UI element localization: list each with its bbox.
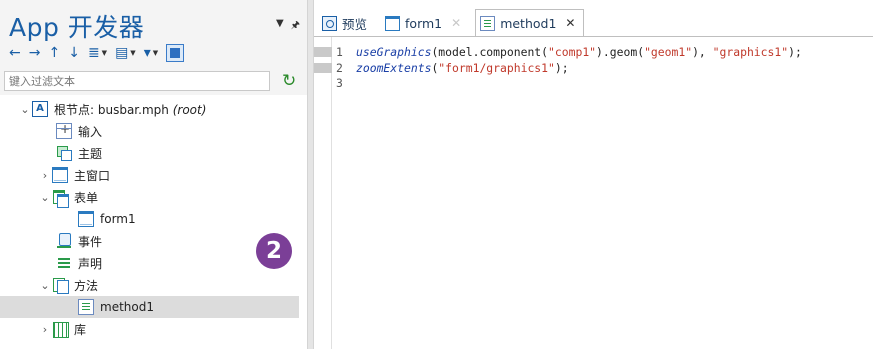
tree-node-main-window[interactable]: › 主窗口: [0, 164, 299, 186]
code-text: (: [431, 60, 439, 75]
chevron-down-icon[interactable]: ⌄: [38, 279, 52, 292]
code-function: zoomExtents: [356, 60, 432, 75]
tab-label: form1: [405, 15, 443, 31]
chevron-right-icon[interactable]: ›: [38, 323, 52, 336]
code-line: 2 zoomExtents("form1/graphics1");: [336, 61, 802, 77]
tree-node-input[interactable]: 输入: [0, 120, 299, 142]
code-function: useGraphics: [356, 45, 432, 59]
panel-splitter[interactable]: [307, 0, 314, 349]
line-number: 1: [336, 45, 343, 59]
chevron-down-icon[interactable]: ⌄: [18, 103, 32, 116]
tab-label: method1: [500, 15, 557, 31]
expand-sections-icon[interactable]: ▤ ▼: [115, 45, 136, 61]
tree-node-label: 库: [74, 322, 87, 337]
tree-node-methods[interactable]: ⌄ 方法: [0, 274, 299, 296]
model-tree: ⌄ A 根节点: busbar.mph (root) 输入 主题 › 主窗口 ⌄…: [0, 98, 299, 340]
code-string: "comp1": [548, 45, 597, 59]
forward-arrow-icon[interactable]: →: [29, 45, 41, 61]
line-number: 3: [336, 76, 343, 90]
tree-node-label: form1: [100, 212, 136, 226]
tree-node-theme[interactable]: 主题: [0, 142, 299, 164]
chevron-down-icon[interactable]: ⌄: [38, 191, 52, 204]
tree-node-label: 根节点: busbar.mph (root): [54, 102, 207, 117]
tree-node-method1[interactable]: method1: [0, 296, 299, 318]
code-string: "form1/graphics1": [438, 60, 555, 75]
tree-node-label: 主窗口: [74, 168, 111, 183]
tree-node-events[interactable]: 事件: [0, 230, 299, 252]
move-up-icon[interactable]: ↑: [48, 45, 60, 61]
tab-preview[interactable]: 预览: [318, 10, 375, 36]
panel-title: App 开发器: [9, 13, 145, 42]
tree-node-label: 声明: [78, 256, 103, 271]
tree-node-label: 主题: [78, 146, 103, 161]
tree-node-forms[interactable]: ⌄ 表单: [0, 186, 299, 208]
chevron-down-icon: ▼: [152, 49, 159, 57]
change-marker: [314, 47, 332, 57]
code-text: ),: [692, 45, 713, 59]
tree-node-label: method1: [100, 300, 154, 314]
method-icon: [78, 299, 94, 315]
theme-icon: [56, 145, 72, 161]
code-text: );: [788, 45, 802, 59]
application-icon: A: [32, 101, 48, 117]
filter-icon[interactable]: ▾ ▼: [144, 45, 158, 61]
events-icon: [56, 233, 72, 249]
form-icon: [78, 211, 94, 227]
method-icon: [480, 15, 496, 31]
tree-toolbar: ← → ↑ ↓ ≣ ▼ ▤ ▼ ▾ ▼: [9, 43, 185, 63]
tree-node-label: 方法: [74, 278, 99, 293]
chevron-right-icon[interactable]: ›: [38, 169, 52, 182]
tab-label: 预览: [342, 16, 368, 32]
chevron-down-icon: ▼: [130, 49, 136, 57]
editor-panel: 预览 form1 ✕ method1 ✕ 1 useGraphics (model…: [314, 0, 873, 349]
code-line: 1 useGraphics (model.component("comp1").g…: [336, 45, 802, 61]
close-icon[interactable]: ✕: [451, 16, 461, 30]
window-icon: [52, 167, 68, 183]
form-icon: [385, 15, 401, 31]
tree-node-label: 输入: [78, 124, 103, 139]
tree-node-root[interactable]: ⌄ A 根节点: busbar.mph (root): [0, 98, 299, 120]
editor-gutter: [314, 37, 332, 349]
tab-bar: 预览 form1 ✕ method1 ✕: [314, 9, 873, 36]
code-text: );: [554, 60, 569, 75]
code-lines: 1 useGraphics (model.component("comp1").g…: [336, 45, 802, 92]
tree-node-libraries[interactable]: › 库: [0, 318, 299, 340]
change-marker: [314, 63, 332, 73]
methods-icon: [52, 277, 69, 294]
show-more-options-icon[interactable]: ≣ ▼: [88, 45, 107, 61]
code-text: ).geom(: [596, 45, 645, 59]
declarations-icon: [56, 255, 72, 271]
tree-node-form1[interactable]: form1: [0, 208, 299, 230]
code-string: "graphics1": [712, 45, 789, 59]
tab-method1[interactable]: method1 ✕: [475, 9, 585, 36]
forms-icon: [52, 189, 69, 208]
back-arrow-icon[interactable]: ←: [9, 45, 21, 61]
tree-node-label: 事件: [78, 234, 103, 249]
chevron-down-icon: ▼: [101, 49, 108, 57]
tab-form1[interactable]: form1 ✕: [381, 10, 469, 36]
callout-badge: 2: [256, 233, 292, 269]
move-down-icon[interactable]: ↓: [68, 45, 80, 61]
window-layout-icon[interactable]: [166, 44, 185, 62]
code-text: (model.component(: [431, 45, 549, 59]
code-editor[interactable]: 1 useGraphics (model.component("comp1").g…: [314, 36, 873, 349]
panel-controls: ▼ 🖈: [276, 18, 300, 35]
refresh-icon[interactable]: ↻: [282, 71, 296, 91]
filter-input[interactable]: [4, 71, 270, 91]
panel-menu-icon[interactable]: ▼: [276, 18, 284, 35]
input-icon: [56, 122, 72, 139]
tree-node-label: 表单: [74, 190, 99, 205]
close-icon[interactable]: ✕: [565, 16, 575, 30]
tree-node-declarations[interactable]: 声明: [0, 252, 299, 274]
app-builder-panel: App 开发器 ▼ 🖈 ← → ↑ ↓ ≣▼ ▤▼ ▾▼ ↻ ⌄ A 根节点: …: [0, 0, 307, 349]
pin-icon[interactable]: 🖈: [291, 18, 300, 35]
code-line: 3: [336, 76, 802, 92]
line-number: 2: [336, 60, 343, 75]
code-string: "geom1": [644, 45, 693, 59]
preview-icon: [322, 15, 337, 31]
library-icon: [52, 321, 69, 338]
